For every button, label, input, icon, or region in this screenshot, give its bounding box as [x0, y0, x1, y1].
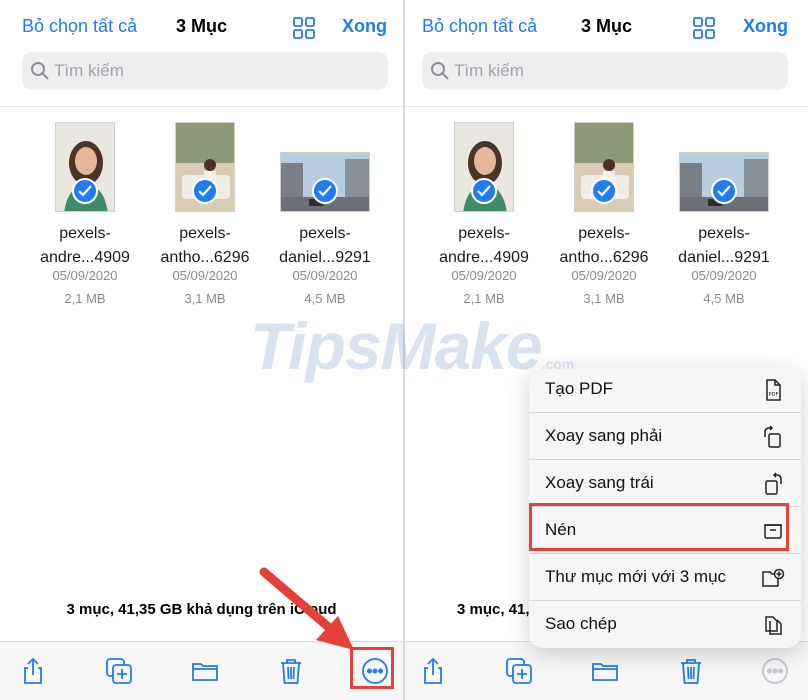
rotate-left-icon [761, 472, 785, 496]
done-button[interactable]: Xong [743, 16, 788, 37]
navigation-bar: Bỏ chọn tất cả 3 Mục Xong [405, 0, 808, 56]
selected-checkmark-icon [192, 178, 218, 204]
search-bar[interactable] [422, 52, 788, 90]
menu-item-label: Xoay sang trái [545, 473, 654, 492]
grid-view-icon[interactable] [692, 16, 716, 40]
file-name: pexels-andre...4909 [439, 225, 529, 266]
file-size: 2,1 MB [64, 291, 106, 306]
menu-item-rotate-right[interactable]: Xoay sang phải [529, 414, 801, 460]
new-folder-icon [761, 566, 785, 590]
menu-item-label: Tạo PDF [545, 379, 614, 398]
storage-info: 3 mục, 41, [457, 601, 530, 618]
file-size: 3,1 MB [184, 291, 226, 306]
file-name: pexels-daniel...9291 [678, 225, 770, 266]
selected-checkmark-icon [72, 178, 98, 204]
menu-item-create-pdf[interactable]: Tạo PDF PDF [529, 367, 801, 413]
selected-checkmark-icon [471, 178, 497, 204]
folder-icon[interactable] [190, 656, 220, 686]
duplicate-icon[interactable] [104, 656, 134, 686]
navigation-bar: Bỏ chọn tất cả 3 Mục Xong [0, 0, 403, 56]
file-date: 05/09/2020 [571, 268, 637, 283]
file-size: 3,1 MB [583, 291, 625, 306]
files-selection-screen-left: Bỏ chọn tất cả 3 Mục Xong pexels-andre..… [0, 0, 403, 700]
rotate-right-icon [761, 425, 785, 449]
more-icon[interactable] [760, 656, 790, 686]
menu-item-copy[interactable]: Sao chép [529, 602, 801, 648]
bottom-toolbar [405, 641, 808, 700]
deselect-all-button[interactable]: Bỏ chọn tất cả [22, 16, 137, 37]
divider [0, 106, 403, 107]
copy-icon [761, 613, 785, 637]
menu-item-label: Xoay sang phải [545, 426, 663, 445]
files-selection-screen-right: Bỏ chọn tất cả 3 Mục Xong pexels-andre..… [405, 0, 808, 700]
file-size: 4,5 MB [703, 291, 745, 306]
search-icon [30, 61, 50, 81]
page-title-text: 3 Mục [175, 16, 227, 36]
deselect-all-button[interactable]: Bỏ chọn tất cả [422, 16, 537, 37]
grid-view-icon[interactable] [292, 16, 316, 40]
search-icon [430, 61, 450, 81]
file-date: 05/09/2020 [451, 268, 517, 283]
folder-icon[interactable] [590, 656, 620, 686]
done-button[interactable]: Xong [342, 16, 387, 37]
share-icon[interactable] [18, 656, 48, 686]
selected-checkmark-icon [591, 178, 617, 204]
divider [405, 106, 808, 107]
file-name: pexels-andre...4909 [40, 225, 130, 266]
pdf-icon: PDF [761, 378, 785, 402]
menu-item-label: Thư mục mới với 3 mục [545, 567, 727, 586]
pointer-arrow-icon [258, 566, 358, 656]
file-date: 05/09/2020 [52, 268, 118, 283]
selected-checkmark-icon [312, 178, 338, 204]
search-input[interactable] [54, 52, 374, 90]
file-date: 05/09/2020 [292, 268, 358, 283]
page-title-text: 3 Mục [580, 16, 632, 36]
file-name: pexels-daniel...9291 [279, 225, 371, 266]
file-name: pexels-antho...6296 [559, 225, 649, 266]
search-input[interactable] [454, 52, 774, 90]
compress-item-highlight [529, 503, 789, 551]
file-date: 05/09/2020 [691, 268, 757, 283]
selected-checkmark-icon [711, 178, 737, 204]
search-bar[interactable] [22, 52, 388, 90]
file-size: 4,5 MB [304, 291, 346, 306]
share-icon[interactable] [418, 656, 448, 686]
file-date: 05/09/2020 [172, 268, 238, 283]
menu-item-new-folder-with-items[interactable]: Thư mục mới với 3 mục [529, 555, 801, 601]
menu-item-label: Sao chép [545, 614, 617, 633]
menu-item-rotate-left[interactable]: Xoay sang trái [529, 461, 801, 507]
trash-icon[interactable] [276, 656, 306, 686]
trash-icon[interactable] [676, 656, 706, 686]
file-size: 2,1 MB [463, 291, 505, 306]
svg-text:PDF: PDF [769, 392, 779, 398]
duplicate-icon[interactable] [504, 656, 534, 686]
file-name: pexels-antho...6296 [160, 225, 250, 266]
